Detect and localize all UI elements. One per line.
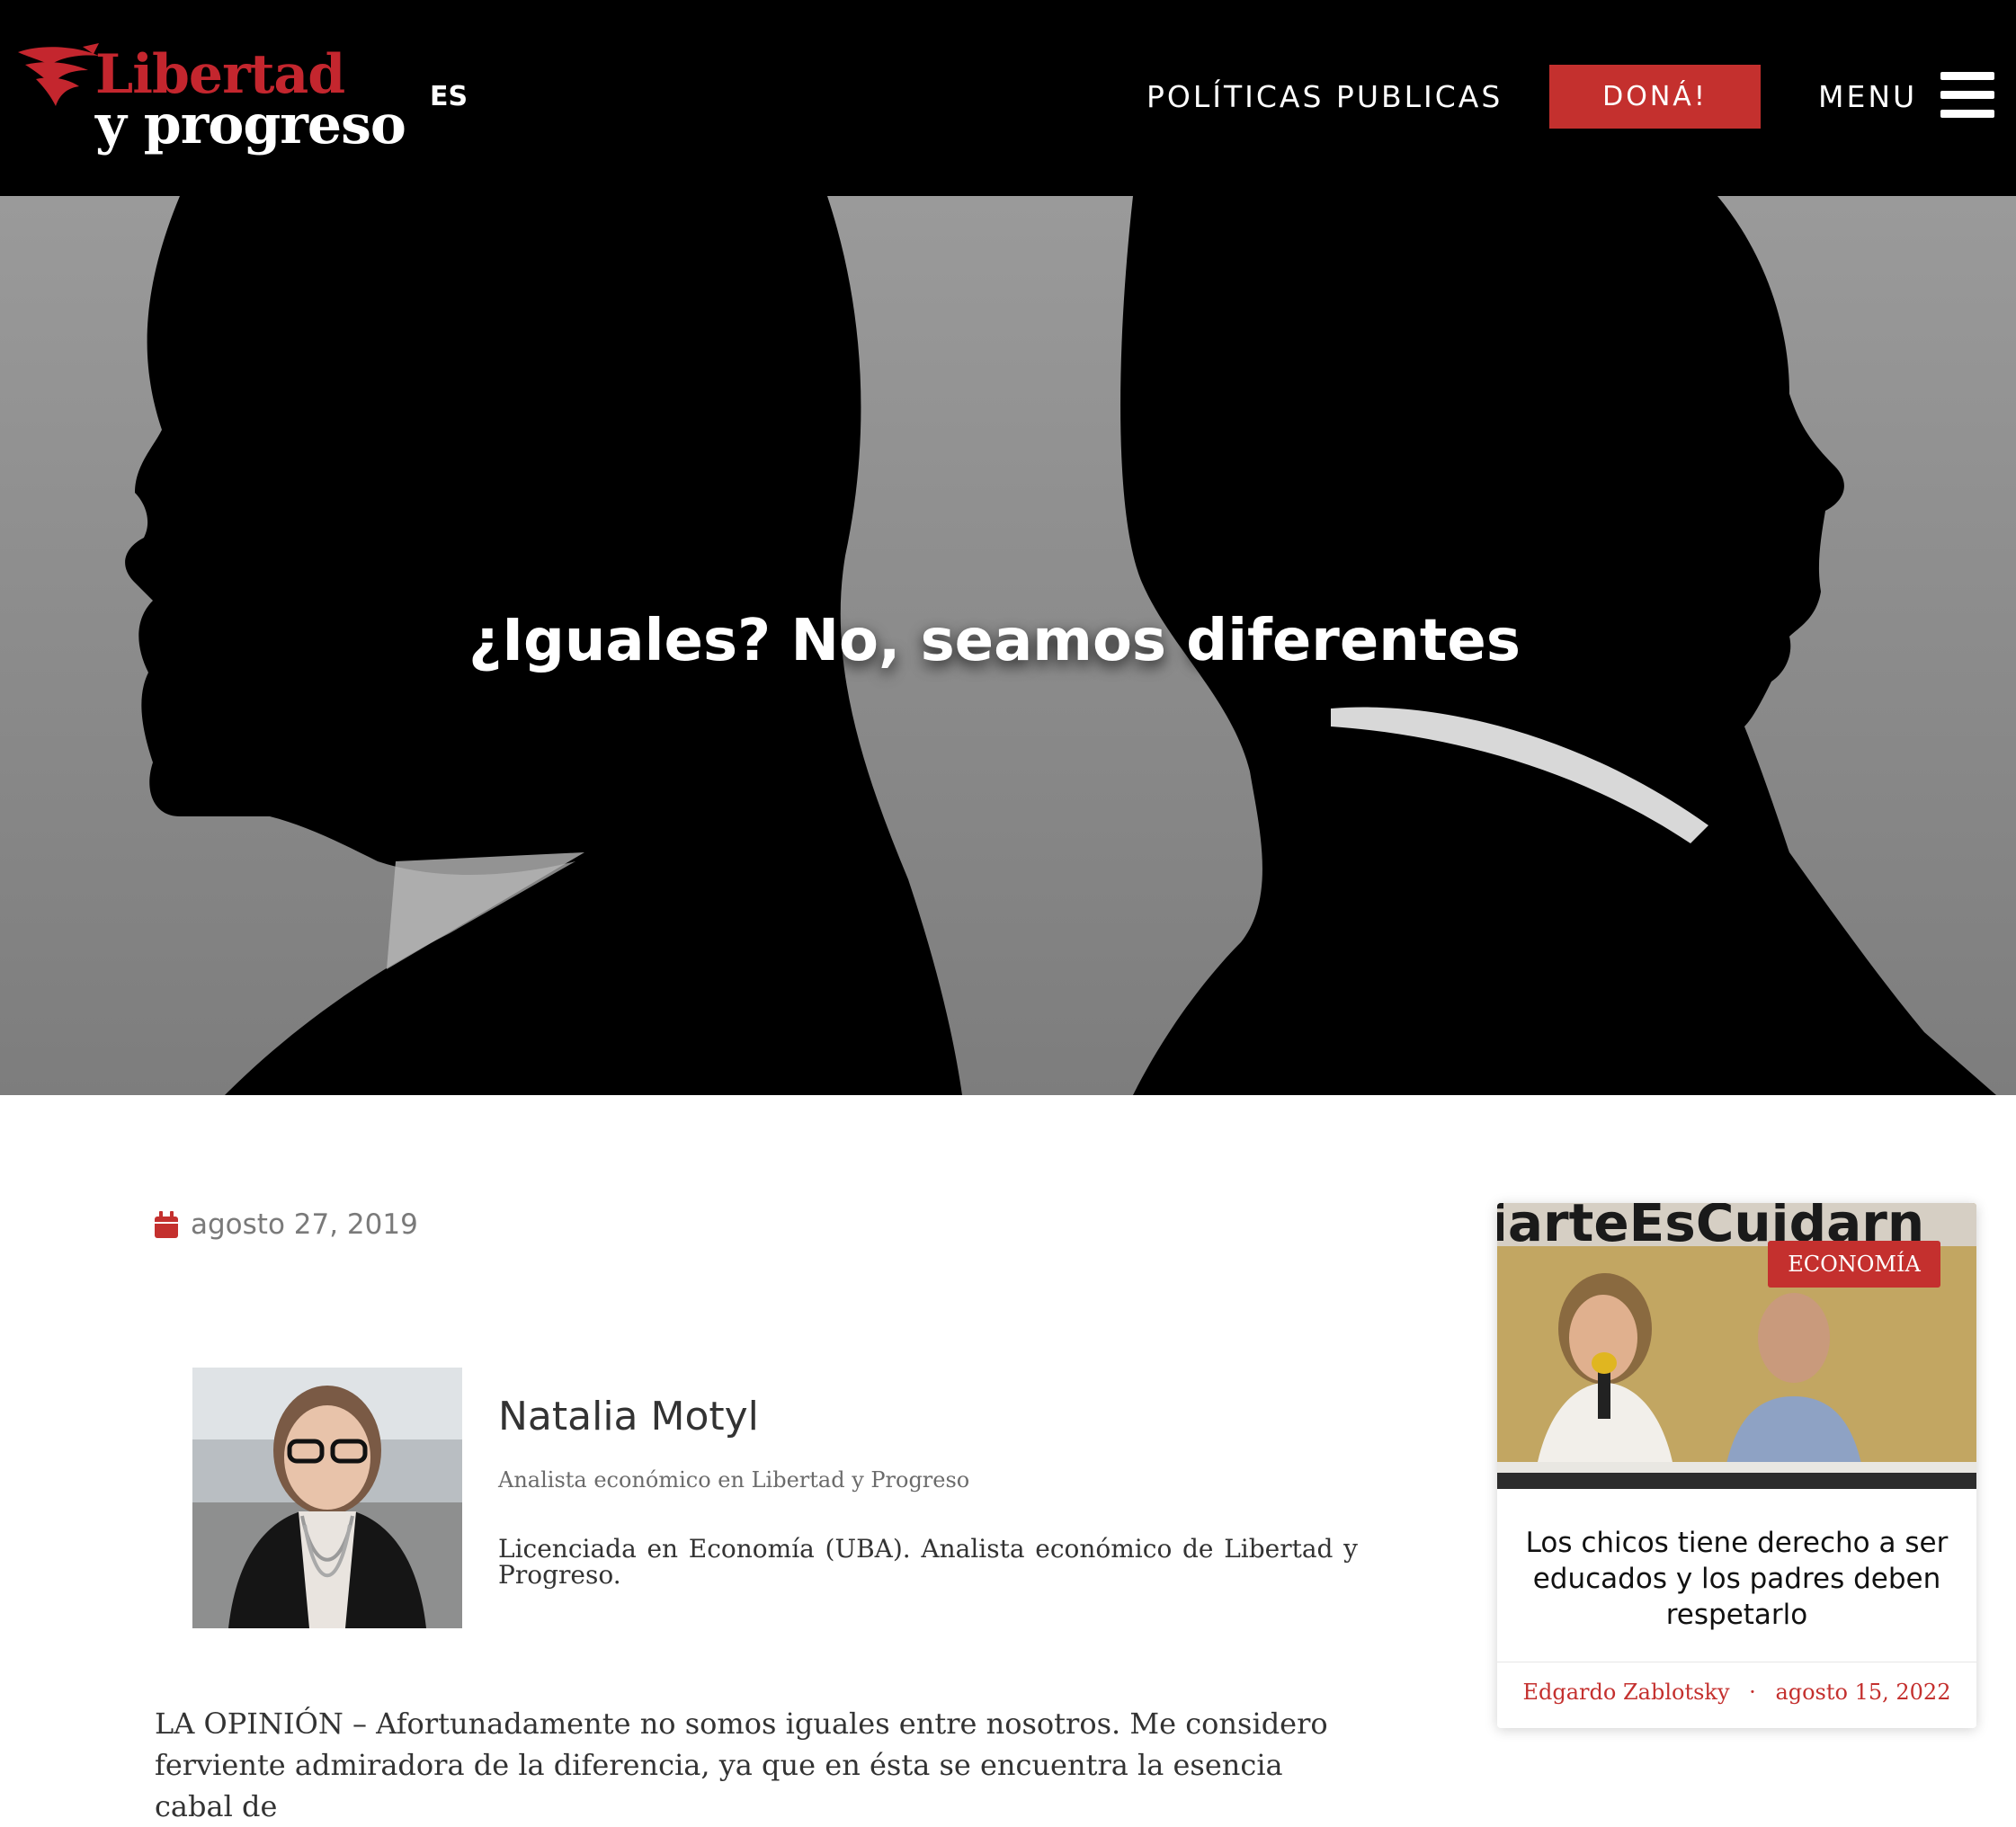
related-post-title[interactable]: Los chicos tiene derecho a ser educados … <box>1515 1525 1958 1633</box>
related-post-author[interactable]: Edgardo Zablotsky <box>1523 1680 1730 1705</box>
logo-text-progreso: y progreso <box>95 94 406 156</box>
nav-link-politicas-publicas[interactable]: POLÍTICAS PUBLICAS <box>1146 79 1503 114</box>
author-bio: Licenciada en Economía (UBA). Analista e… <box>498 1534 1358 1590</box>
author-role: Analista económico en Libertad y Progres… <box>498 1467 970 1493</box>
article-date: agosto 27, 2019 <box>155 1208 418 1241</box>
date-text: agosto 27, 2019 <box>191 1208 418 1241</box>
calendar-icon <box>155 1211 178 1238</box>
hamburger-icon[interactable] <box>1940 72 1994 119</box>
related-post-card[interactable]: iarteEsCuidarn ECONOMÍA Los chicos tiene… <box>1497 1203 1976 1728</box>
article-body: LA OPINIÓN – Afortunadamente no somos ig… <box>155 1707 1328 1823</box>
site-header: Libertad y progreso ES POLÍTICAS PUBLICA… <box>0 0 2016 196</box>
donate-button[interactable]: DONÁ! <box>1549 65 1761 129</box>
menu-label[interactable]: MENU <box>1818 79 1917 114</box>
language-selector[interactable]: ES <box>430 81 468 112</box>
category-badge[interactable]: ECONOMÍA <box>1768 1241 1940 1288</box>
site-logo[interactable]: Libertad y progreso <box>16 38 406 164</box>
page-title: ¿Iguales? No, seamos diferentes <box>468 608 1521 674</box>
meta-separator: · <box>1749 1680 1756 1705</box>
related-post-image[interactable]: iarteEsCuidarn ECONOMÍA <box>1497 1203 1976 1489</box>
author-name[interactable]: Natalia Motyl <box>498 1394 759 1439</box>
related-post-meta: Edgardo Zablotsky · agosto 15, 2022 <box>1497 1680 1976 1705</box>
bird-logo-icon <box>18 43 99 106</box>
author-avatar <box>192 1368 462 1628</box>
hero-banner: ¿Iguales? No, seamos diferentes <box>0 196 2016 1095</box>
related-post-date: agosto 15, 2022 <box>1775 1680 1951 1705</box>
